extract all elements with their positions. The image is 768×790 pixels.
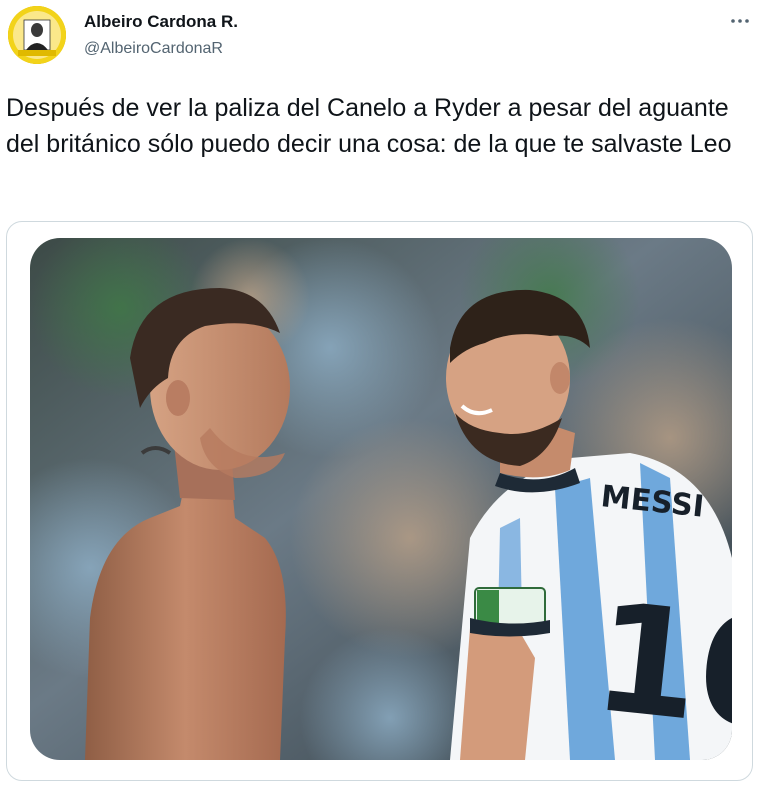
tweet-photo[interactable]: MESSI 10 [30, 238, 732, 760]
more-options-button[interactable] [726, 10, 754, 32]
avatar-illustration [8, 6, 66, 64]
avatar[interactable] [8, 6, 66, 64]
more-horizontal-icon [731, 19, 749, 23]
photo-canvas: MESSI 10 [30, 238, 732, 760]
jersey-number: 10 [586, 571, 732, 760]
author-name[interactable]: Albeiro Cardona R. [84, 12, 238, 32]
author-handle[interactable]: @AlbeiroCardonaR [84, 40, 223, 58]
tweet-text: Después de ver la paliza del Canelo a Ry… [6, 94, 732, 158]
